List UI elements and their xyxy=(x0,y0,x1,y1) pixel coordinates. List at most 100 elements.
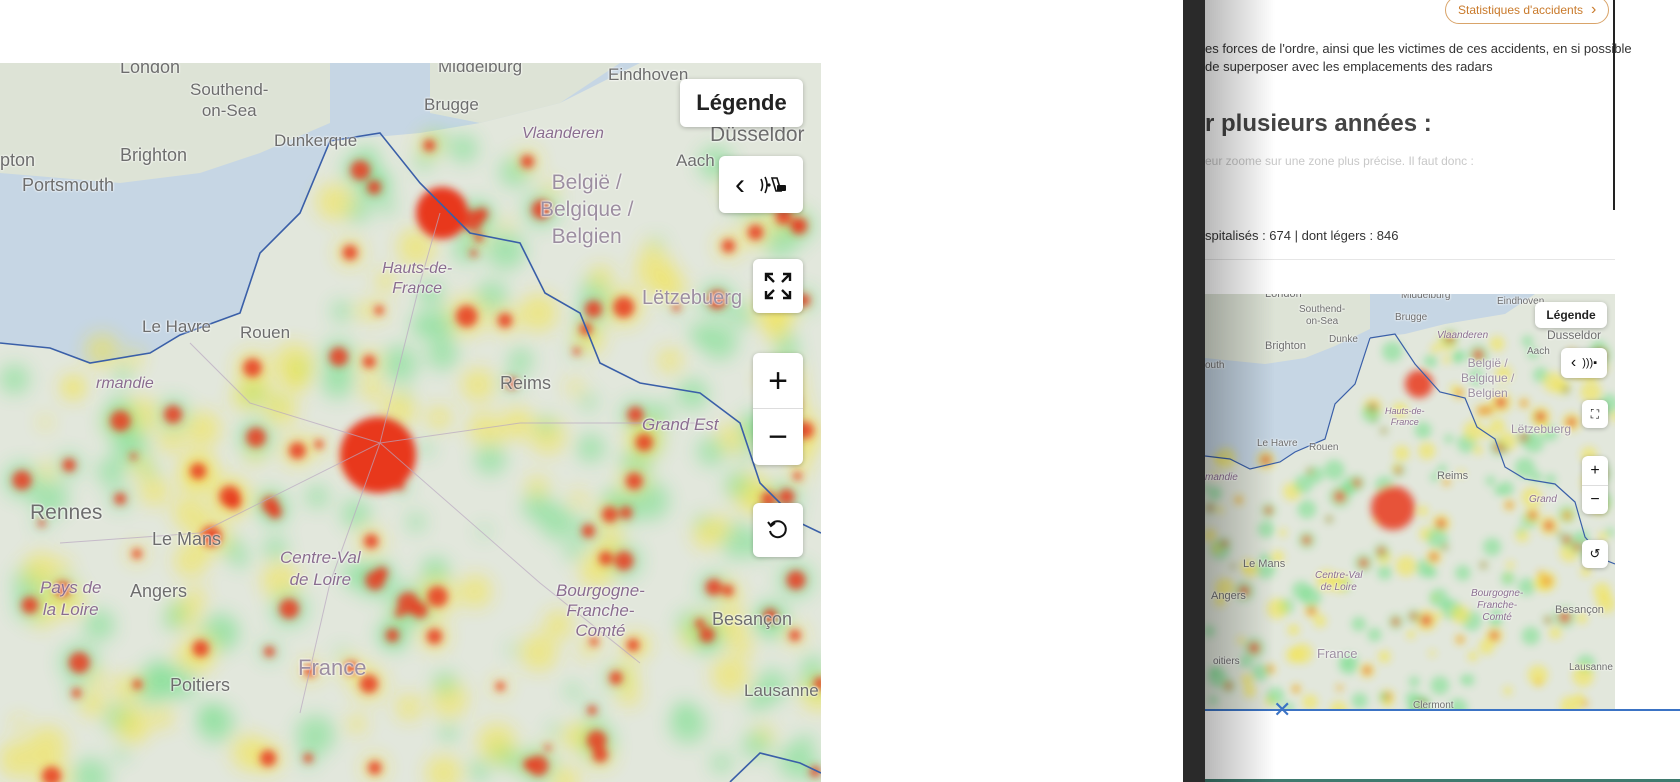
heat-spot xyxy=(1287,623,1300,636)
preview-fullscreen-button[interactable]: ⛶ xyxy=(1582,400,1608,428)
stats-button-label: Statistiques d'accidents xyxy=(1458,3,1584,17)
heat-spot xyxy=(589,265,613,290)
heat-spot xyxy=(1503,686,1513,696)
heat-spot xyxy=(263,536,288,561)
heat-spot xyxy=(231,385,256,410)
heat-spot xyxy=(1521,626,1540,646)
heat-spot xyxy=(679,628,700,648)
heat-hotspot xyxy=(1545,617,1551,623)
heat-hotspot xyxy=(374,305,384,315)
heat-spot xyxy=(1406,629,1416,640)
heat-spot xyxy=(219,625,233,638)
fullscreen-button[interactable] xyxy=(753,259,803,313)
heat-hotspot xyxy=(426,628,443,645)
heat-spot xyxy=(38,462,56,480)
heatmap-preview-canvas[interactable] xyxy=(1205,294,1615,710)
heat-spot xyxy=(418,280,445,307)
heat-hotspot xyxy=(1236,497,1242,503)
heat-hotspot xyxy=(411,602,428,619)
heat-spot xyxy=(283,367,310,393)
heat-hotspot xyxy=(1264,506,1273,515)
heat-spot xyxy=(1489,615,1502,628)
heat-hotspot xyxy=(1457,636,1464,643)
plus-icon: + xyxy=(1590,461,1600,479)
heat-spot xyxy=(1506,560,1515,570)
heat-spot xyxy=(1237,636,1246,645)
heat-spot xyxy=(1338,653,1360,675)
heat-hotspot xyxy=(1534,411,1547,423)
heat-spot xyxy=(1270,550,1285,564)
preview-zoom-out-button[interactable]: − xyxy=(1582,485,1608,514)
heat-spot xyxy=(1437,464,1448,474)
heat-spot xyxy=(37,590,55,607)
chevron-left-icon: ‹ xyxy=(735,167,745,201)
heat-spot xyxy=(635,250,675,290)
heat-spot xyxy=(1527,347,1539,360)
heat-spot xyxy=(1521,335,1534,347)
minus-icon: − xyxy=(768,418,788,456)
heat-spot xyxy=(232,551,250,568)
heat-spot xyxy=(1361,404,1380,423)
accident-heatmap[interactable]: London Southend-on-Sea Brighton pton Por… xyxy=(0,63,821,782)
plus-icon: + xyxy=(768,361,788,400)
heat-hotspot xyxy=(375,566,389,580)
heat-spot xyxy=(566,378,583,395)
radar-panel-toggle[interactable]: ‹ xyxy=(719,156,803,213)
heat-spot xyxy=(1572,665,1594,687)
heat-spot xyxy=(449,134,478,163)
heat-spot xyxy=(57,558,72,573)
heat-hotspot xyxy=(1238,585,1250,597)
heat-spot xyxy=(1266,598,1288,620)
heat-spot xyxy=(1451,605,1470,624)
reset-view-button[interactable] xyxy=(753,503,803,557)
heat-hotspot xyxy=(1480,562,1487,568)
heat-spot xyxy=(114,746,129,762)
heat-spot xyxy=(439,723,458,743)
heat-hotspot xyxy=(1206,504,1214,512)
heat-hotspot xyxy=(303,753,314,763)
heat-spot xyxy=(724,471,751,498)
heat-spot xyxy=(1483,537,1502,556)
heat-spot xyxy=(395,694,422,721)
preview-reset-button[interactable]: ↺ xyxy=(1582,540,1608,568)
heat-spot xyxy=(1212,471,1220,479)
heat-spot xyxy=(1478,639,1495,655)
heat-spot xyxy=(617,684,640,707)
heatmap-canvas[interactable] xyxy=(0,63,821,782)
heat-hotspot xyxy=(635,433,653,452)
heat-hotspot xyxy=(1472,349,1484,361)
legend-button[interactable]: Légende xyxy=(680,79,803,127)
heat-spot xyxy=(755,669,789,703)
heat-hotspot xyxy=(584,300,603,318)
accident-heatmap-preview[interactable]: London Southend-on-Sea Brighton outh Mid… xyxy=(1205,294,1615,710)
chevron-left-icon: ‹ xyxy=(1570,354,1577,371)
preview-legend-button[interactable]: Légende xyxy=(1535,302,1607,328)
heat-spot xyxy=(461,368,495,402)
article-paragraph: es forces de l'ordre, ainsi que les vict… xyxy=(1205,41,1632,74)
heat-spot xyxy=(1430,344,1440,354)
zoom-out-button[interactable]: − xyxy=(753,408,803,465)
heat-hotspot xyxy=(589,637,599,647)
heat-spot xyxy=(161,664,197,701)
heat-hotspot xyxy=(469,249,478,257)
heat-spot xyxy=(537,417,555,436)
heat-hotspot xyxy=(1358,557,1369,568)
heat-hotspot xyxy=(423,139,436,152)
minus-icon: − xyxy=(1590,491,1600,508)
preview-zoom-in-button[interactable]: + xyxy=(1582,456,1608,485)
heat-hotspot xyxy=(1381,428,1387,434)
heat-hotspot xyxy=(1377,547,1386,556)
heat-spot xyxy=(1209,666,1221,678)
heat-spot xyxy=(579,393,597,411)
heat-spot xyxy=(1463,420,1485,442)
accident-statistics-button[interactable]: Statistiques d'accidents › xyxy=(1445,0,1610,24)
heat-hotspot xyxy=(495,681,505,691)
heat-hotspot xyxy=(627,406,644,423)
heat-hotspot xyxy=(264,646,275,657)
zoom-in-button[interactable]: + xyxy=(753,353,803,408)
heat-spot xyxy=(97,457,126,486)
preview-radar-toggle[interactable]: ‹ )))▪ xyxy=(1561,348,1607,378)
heat-hotspot xyxy=(1409,612,1418,621)
close-icon[interactable]: ✕ xyxy=(1273,699,1291,721)
casualty-stats: spitalisés : 674 | dont légers : 846 xyxy=(1205,228,1399,243)
